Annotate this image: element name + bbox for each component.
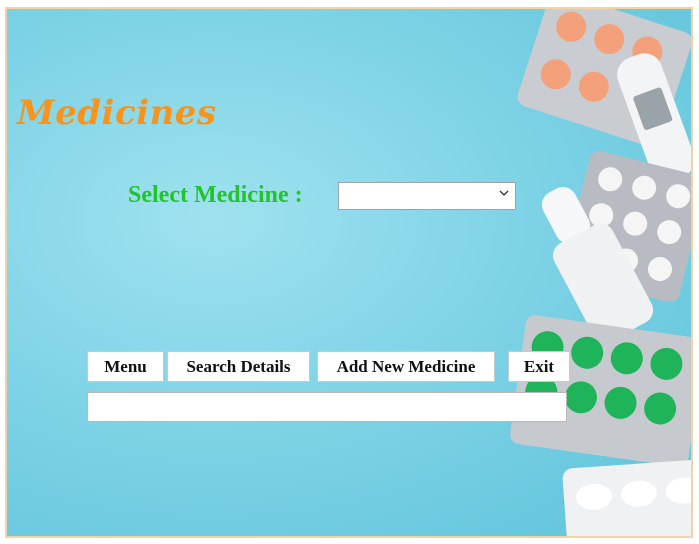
add-new-medicine-button[interactable]: Add New Medicine (317, 351, 495, 382)
menu-button[interactable]: Menu (87, 351, 164, 382)
medicine-select[interactable] (338, 182, 516, 210)
page-title: Medicines (17, 93, 217, 133)
chevron-down-icon (499, 190, 509, 196)
search-details-button[interactable]: Search Details (167, 351, 310, 382)
status-field[interactable] (87, 392, 567, 422)
select-medicine-label: Select Medicine : (128, 182, 303, 208)
app-window: Medicines Select Medicine : Menu Search … (5, 7, 693, 538)
pills-background-image (510, 9, 691, 536)
exit-button[interactable]: Exit (508, 351, 570, 382)
